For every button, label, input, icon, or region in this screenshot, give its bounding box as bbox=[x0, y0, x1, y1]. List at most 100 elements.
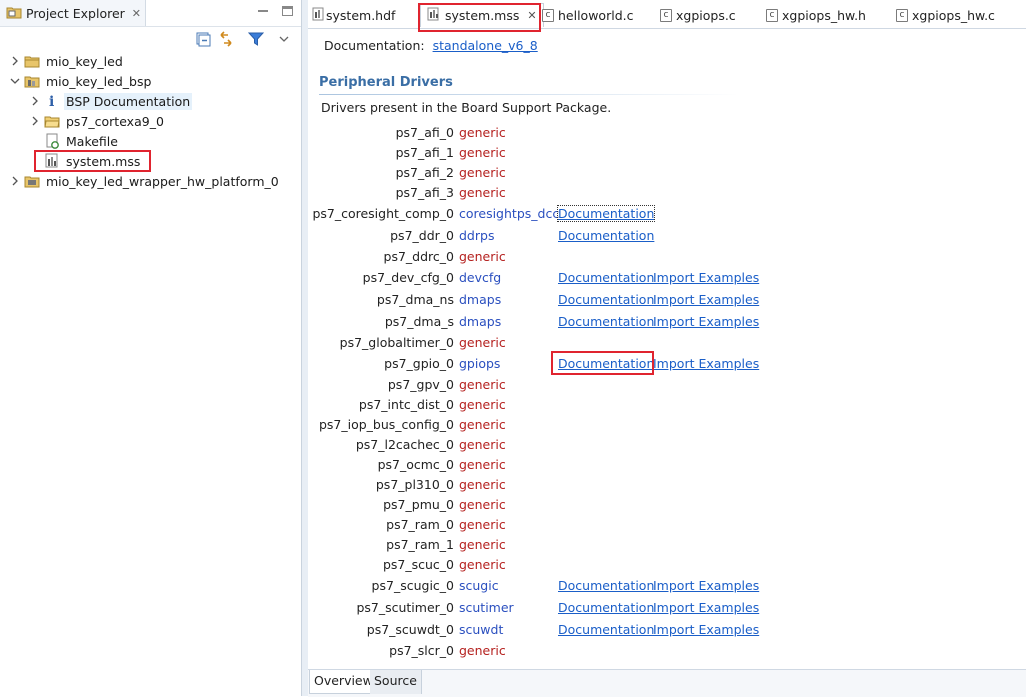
minimize-icon[interactable] bbox=[256, 4, 270, 18]
tree-item-mio-key-led-bsp[interactable]: mio_key_led_bsp bbox=[9, 71, 153, 91]
peripheral-name: ps7_dma_ns bbox=[376, 292, 454, 307]
import-examples-link[interactable]: Import Examples bbox=[653, 356, 759, 371]
tree-item-label: Makefile bbox=[66, 133, 118, 149]
expand-arrow-icon[interactable] bbox=[9, 55, 21, 67]
mss-overview-page: Documentation: standalone_v6_8 Peripheral… bbox=[308, 28, 1026, 668]
standalone-doc-link[interactable]: standalone_v6_8 bbox=[433, 38, 538, 53]
expand-arrow-icon[interactable] bbox=[9, 175, 21, 187]
driver-row: ps7_pmu_0 generic bbox=[308, 495, 1026, 515]
driver-name: scugic bbox=[459, 578, 499, 593]
project-explorer-view: Project Explorer ✕ mio_key_led mio_key_l… bbox=[0, 0, 302, 696]
driver-row: ps7_dma_s dmaps Documentation Import Exampl… bbox=[308, 312, 1026, 332]
driver-row: ps7_dma_ns dmaps Documentation Import Examp… bbox=[308, 290, 1026, 310]
driver-name: generic bbox=[459, 457, 506, 472]
documentation-link[interactable]: Documentation bbox=[558, 600, 654, 615]
driver-row: ps7_pl310_0 generic bbox=[308, 475, 1026, 495]
driver-name: generic bbox=[459, 557, 506, 572]
import-examples-link[interactable]: Import Examples bbox=[653, 314, 759, 329]
section-title[interactable]: Peripheral Drivers bbox=[319, 75, 453, 90]
driver-row: ps7_afi_1 generic bbox=[308, 143, 1026, 163]
svg-text:i: i bbox=[49, 94, 54, 109]
tab-helloworld-c[interactable]: c helloworld.c bbox=[542, 3, 633, 27]
makefile-icon bbox=[44, 133, 60, 149]
peripheral-name: ps7_globaltimer_0 bbox=[339, 335, 454, 350]
tab-system-mss[interactable]: system.mss ✕ bbox=[420, 3, 544, 27]
driver-row: ps7_ram_0 generic bbox=[308, 515, 1026, 535]
peripheral-name: ps7_scuc_0 bbox=[382, 557, 454, 572]
tab-project-explorer-label: Project Explorer bbox=[26, 5, 125, 21]
driver-name: devcfg bbox=[459, 270, 502, 285]
link-with-editor-icon[interactable] bbox=[218, 31, 234, 47]
mss-file-icon bbox=[44, 153, 60, 169]
section-divider bbox=[319, 94, 739, 95]
maximize-icon[interactable] bbox=[282, 6, 293, 16]
driver-name: ddrps bbox=[459, 228, 495, 243]
project-explorer-icon bbox=[6, 5, 22, 22]
driver-name: generic bbox=[459, 249, 506, 264]
driver-row: ps7_afi_0 generic bbox=[308, 123, 1026, 143]
expand-arrow-icon[interactable] bbox=[29, 115, 41, 127]
peripheral-name: ps7_ddrc_0 bbox=[383, 249, 454, 264]
peripheral-name: ps7_dma_s bbox=[384, 314, 454, 329]
os-documentation-line: Documentation: standalone_v6_8 bbox=[324, 38, 538, 53]
peripheral-name: ps7_ram_0 bbox=[386, 517, 454, 532]
peripheral-name: ps7_scutimer_0 bbox=[356, 600, 454, 615]
tree-item-bsp-documentation[interactable]: i BSP Documentation bbox=[29, 91, 193, 111]
tree-item-hw-platform[interactable]: mio_key_led_wrapper_hw_platform_0 bbox=[9, 171, 281, 191]
tab-xgpiops-hw-h[interactable]: c xgpiops_hw.h bbox=[766, 3, 866, 27]
collapse-all-icon[interactable] bbox=[195, 31, 211, 47]
import-examples-link[interactable]: Import Examples bbox=[653, 622, 759, 637]
tab-xgpiops-c[interactable]: c xgpiops.c bbox=[660, 3, 736, 27]
driver-row: ps7_iop_bus_config_0 generic bbox=[308, 415, 1026, 435]
documentation-link[interactable]: Documentation bbox=[558, 356, 654, 371]
driver-row: ps7_slcr_0 generic bbox=[308, 641, 1026, 661]
close-icon[interactable]: ✕ bbox=[527, 9, 536, 22]
import-examples-link[interactable]: Import Examples bbox=[653, 270, 759, 285]
tree-item-label: mio_key_led bbox=[46, 53, 123, 69]
peripheral-name: ps7_afi_3 bbox=[395, 185, 454, 200]
documentation-link[interactable]: Documentation bbox=[558, 578, 654, 593]
documentation-link[interactable]: Documentation bbox=[558, 270, 654, 285]
import-examples-link[interactable]: Import Examples bbox=[653, 578, 759, 593]
tree-item-makefile[interactable]: Makefile bbox=[41, 131, 120, 151]
driver-name: gpiops bbox=[459, 356, 501, 371]
driver-name: generic bbox=[459, 125, 506, 140]
import-examples-link[interactable]: Import Examples bbox=[653, 292, 759, 307]
bsp-project-icon bbox=[24, 73, 40, 89]
tree-item-label: BSP Documentation bbox=[64, 92, 193, 110]
documentation-link[interactable]: Documentation bbox=[558, 622, 654, 637]
tab-label: system.mss bbox=[445, 8, 520, 23]
documentation-link[interactable]: Documentation bbox=[558, 228, 654, 243]
driver-name: scutimer bbox=[459, 600, 514, 615]
tree-item-mio-key-led[interactable]: mio_key_led bbox=[9, 51, 125, 71]
filter-icon[interactable] bbox=[247, 31, 265, 47]
tab-system-hdf[interactable]: system.hdf bbox=[312, 3, 395, 27]
import-examples-link[interactable]: Import Examples bbox=[653, 600, 759, 615]
tree-item-system-mss[interactable]: system.mss bbox=[41, 151, 142, 171]
info-icon: i bbox=[44, 93, 60, 110]
driver-name: generic bbox=[459, 397, 506, 412]
tab-overview[interactable]: Overview bbox=[309, 670, 378, 694]
c-file-icon: c bbox=[766, 8, 778, 22]
tab-xgpiops-hw-c[interactable]: c xgpiops_hw.c bbox=[896, 3, 995, 27]
driver-row: ps7_intc_dist_0 generic bbox=[308, 395, 1026, 415]
driver-name: generic bbox=[459, 145, 506, 160]
driver-row: ps7_gpio_0 gpiops Documentation Import Exam… bbox=[308, 351, 1026, 375]
tab-label: xgpiops.c bbox=[676, 7, 736, 23]
close-icon[interactable]: ✕ bbox=[132, 7, 141, 20]
driver-row: ps7_globaltimer_0 generic bbox=[308, 333, 1026, 353]
editor-area: system.hdf system.mss ✕ c helloworld.c c… bbox=[308, 0, 1026, 697]
documentation-link[interactable]: Documentation bbox=[556, 205, 656, 222]
documentation-link[interactable]: Documentation bbox=[558, 314, 654, 329]
c-file-icon: c bbox=[896, 8, 908, 22]
tab-label: system.hdf bbox=[326, 7, 396, 23]
documentation-link[interactable]: Documentation bbox=[558, 292, 654, 307]
tab-source[interactable]: Source bbox=[370, 670, 422, 694]
driver-name: scuwdt bbox=[459, 622, 504, 637]
view-menu-icon[interactable] bbox=[278, 31, 294, 47]
tab-project-explorer[interactable]: Project Explorer ✕ bbox=[0, 0, 146, 26]
collapse-arrow-icon[interactable] bbox=[9, 75, 21, 87]
tree-item-ps7-cortexa9-0[interactable]: ps7_cortexa9_0 bbox=[29, 111, 166, 131]
expand-arrow-icon[interactable] bbox=[29, 95, 41, 107]
driver-row: ps7_dev_cfg_0 devcfg Documentation Import E… bbox=[308, 268, 1026, 288]
